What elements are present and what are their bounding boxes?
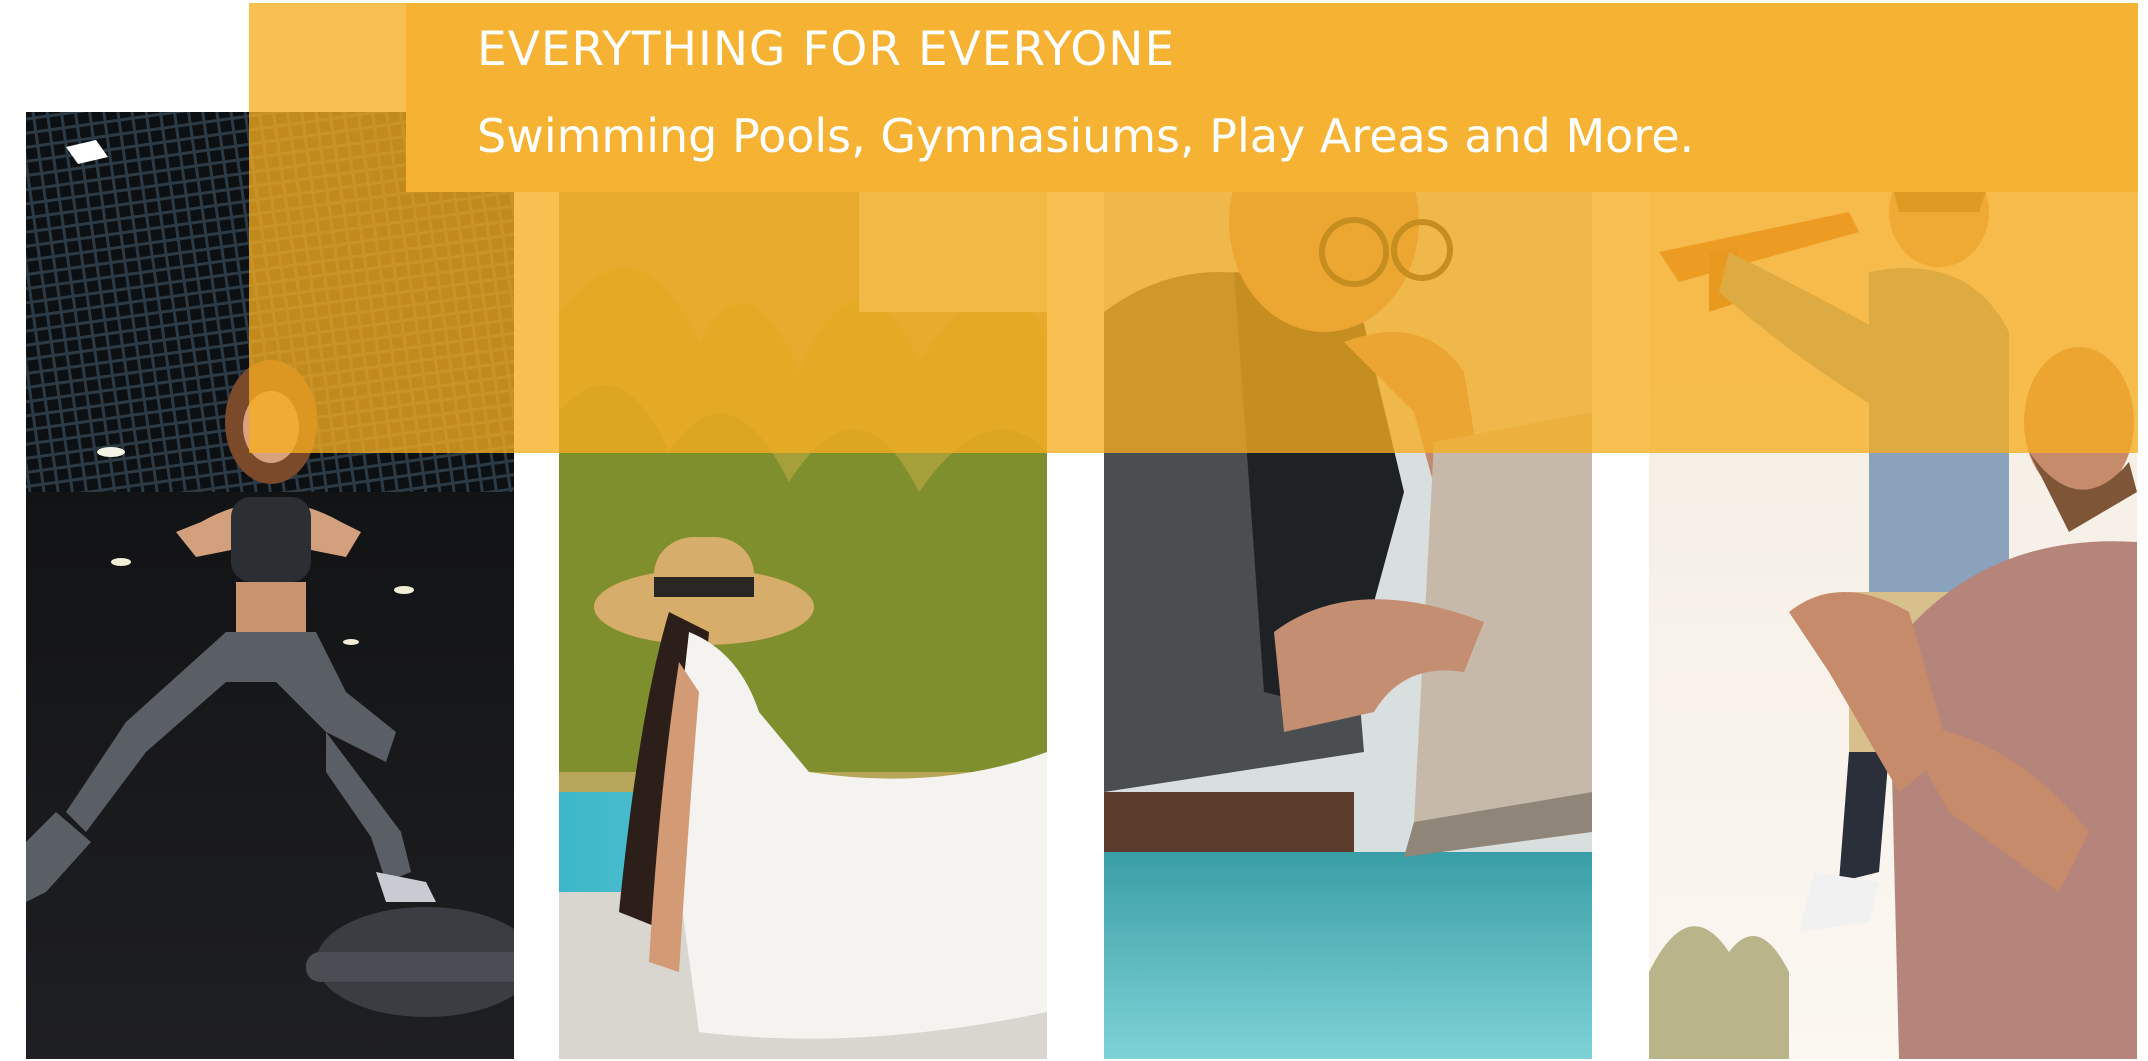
- subline: Swimming Pools, Gymnasiums, Play Areas a…: [477, 109, 1695, 163]
- headline: EVERYTHING FOR EVERYONE: [477, 22, 1176, 77]
- banner-text: EVERYTHING FOR EVERYONE Swimming Pools, …: [477, 22, 1694, 164]
- hero-section: EVERYTHING FOR EVERYONE Swimming Pools, …: [0, 0, 2148, 1061]
